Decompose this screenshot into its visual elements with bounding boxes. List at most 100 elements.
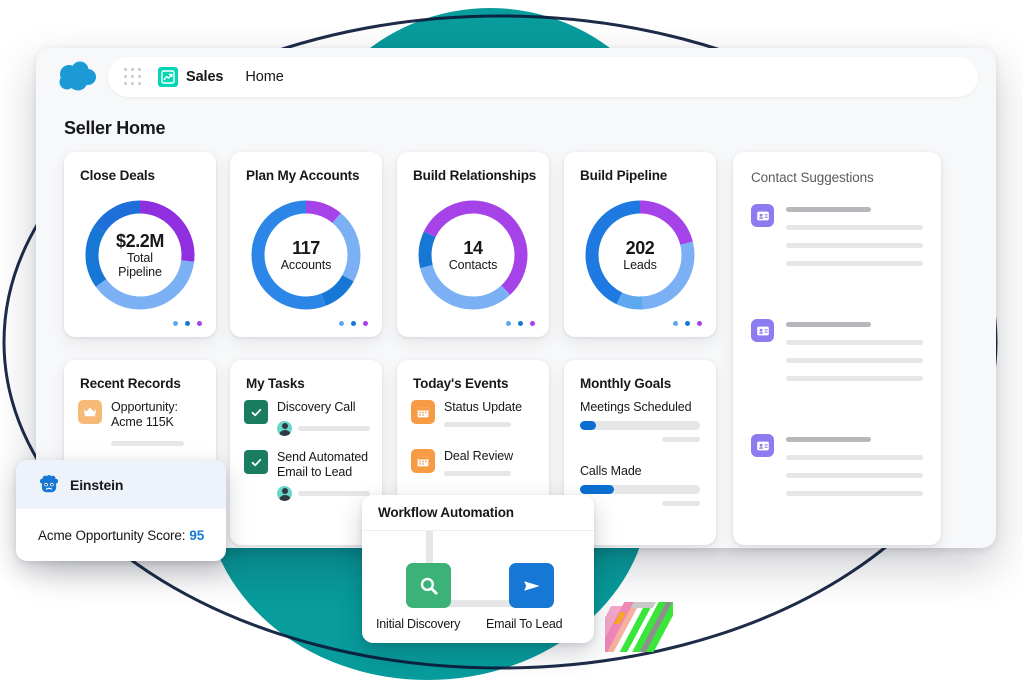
donut-value: $2.2M: [116, 231, 164, 251]
carousel-dots[interactable]: [673, 321, 702, 326]
donut-chart: 202 Leads: [581, 196, 699, 314]
placeholder-bar: [786, 225, 923, 230]
goal-label: Meetings Scheduled: [580, 400, 700, 414]
goal-item: Calls Made: [580, 464, 700, 506]
workflow-node-email-to-lead[interactable]: [509, 563, 554, 608]
workflow-node-caption: Initial Discovery: [376, 617, 460, 631]
donut-center-label: $2.2M Total Pipeline: [81, 196, 199, 314]
kpi-card-build-relationships[interactable]: Build Relationships 14 Contacts: [397, 152, 549, 337]
donut-value: 117: [292, 238, 320, 258]
task-label: Send Automated Email to Lead: [277, 450, 370, 480]
list-item[interactable]: [751, 204, 923, 266]
carousel-dots[interactable]: [506, 321, 535, 326]
carousel-dot[interactable]: [518, 321, 523, 326]
page-title: Seller Home: [64, 118, 165, 139]
kpi-card-build-pipeline[interactable]: Build Pipeline 202 Leads: [564, 152, 716, 337]
list-item[interactable]: [751, 434, 923, 496]
avatar: [277, 486, 292, 501]
placeholder-bar: [111, 441, 184, 446]
donut-chart: 14 Contacts: [414, 196, 532, 314]
carousel-dots[interactable]: [339, 321, 368, 326]
workflow-header: Workflow Automation: [362, 495, 594, 531]
list-item[interactable]: Send Automated Email to Lead: [244, 450, 370, 501]
placeholder-bar: [786, 437, 871, 442]
card-title: My Tasks: [246, 376, 305, 391]
carousel-dot[interactable]: [673, 321, 678, 326]
list-item[interactable]: Deal Review: [411, 449, 537, 476]
progress-fill: [580, 485, 614, 494]
list-item[interactable]: Status Update: [411, 400, 537, 427]
card-title: Build Pipeline: [580, 168, 667, 183]
card-title: Close Deals: [80, 168, 155, 183]
checkbox-checked-icon[interactable]: [244, 450, 268, 474]
nav-item-home[interactable]: Home: [245, 69, 283, 85]
placeholder-bar: [786, 340, 923, 345]
workflow-node-caption: Email To Lead: [486, 617, 562, 631]
placeholder-bar: [444, 471, 511, 476]
placeholder-bar: [786, 376, 923, 381]
list-item[interactable]: [751, 319, 923, 381]
donut-center-label: 14 Contacts: [414, 196, 532, 314]
carousel-dot[interactable]: [697, 321, 702, 326]
contact-suggestions-panel[interactable]: Contact Suggestions: [733, 152, 941, 545]
carousel-dot[interactable]: [185, 321, 190, 326]
workflow-node-initial-discovery[interactable]: [406, 563, 451, 608]
event-label: Status Update: [444, 400, 537, 415]
placeholder-bar: [786, 261, 923, 266]
send-paper-plane-icon: [520, 574, 544, 598]
donut-label-line1: Total: [127, 251, 153, 265]
carousel-dot[interactable]: [339, 321, 344, 326]
carousel-dot[interactable]: [197, 321, 202, 326]
global-nav-bar: Sales Home: [108, 57, 978, 97]
app-name-label[interactable]: Sales: [186, 69, 223, 85]
carousel-dots[interactable]: [173, 321, 202, 326]
sales-chart-icon: [158, 67, 178, 87]
list-item[interactable]: Opportunity: Acme 115K: [78, 400, 204, 446]
carousel-dot[interactable]: [685, 321, 690, 326]
app-launcher-grid-icon[interactable]: [124, 68, 142, 86]
goal-item: Meetings Scheduled: [580, 400, 700, 442]
carousel-dot[interactable]: [173, 321, 178, 326]
carousel-dot[interactable]: [530, 321, 535, 326]
checkbox-checked-icon[interactable]: [244, 400, 268, 424]
calendar-icon: [411, 400, 435, 424]
panel-title: Contact Suggestions: [751, 170, 874, 185]
einstein-score-label: Acme Opportunity Score:: [38, 528, 185, 543]
contact-card-icon: [751, 319, 774, 342]
app-header: Sales Home: [36, 48, 996, 106]
placeholder-bar: [786, 243, 923, 248]
card-title: Today's Events: [413, 376, 508, 391]
record-line-2: Acme 115K: [111, 415, 204, 430]
salesforce-cloud-icon[interactable]: [54, 60, 100, 94]
workflow-automation-card[interactable]: Workflow Automation Initial Discovery Em…: [362, 495, 594, 643]
task-assignee: [277, 421, 370, 436]
magnifier-icon: [417, 574, 441, 598]
record-line-1: Opportunity:: [111, 400, 204, 415]
carousel-dot[interactable]: [351, 321, 356, 326]
einstein-card[interactable]: Einstein Acme Opportunity Score: 95: [16, 460, 226, 561]
donut-label-line2: Pipeline: [118, 265, 162, 279]
placeholder-bar: [786, 207, 871, 212]
donut-center-label: 202 Leads: [581, 196, 699, 314]
carousel-dot[interactable]: [363, 321, 368, 326]
decorative-glitch-artifact: [605, 602, 673, 652]
kpi-card-plan-my-accounts[interactable]: Plan My Accounts 117 Accounts: [230, 152, 382, 337]
task-text: Discovery Call: [277, 400, 370, 436]
list-item[interactable]: Discovery Call: [244, 400, 370, 436]
placeholder-bar: [298, 491, 370, 496]
workflow-connector-vertical: [426, 531, 433, 563]
progress-bar: [580, 421, 700, 430]
donut-chart: 117 Accounts: [247, 196, 365, 314]
kpi-card-close-deals[interactable]: Close Deals $2.2M Total Pipeline: [64, 152, 216, 337]
carousel-dot[interactable]: [506, 321, 511, 326]
goal-label: Calls Made: [580, 464, 700, 478]
workflow-canvas: Initial Discovery Email To Lead: [362, 531, 594, 643]
my-tasks-card[interactable]: My Tasks Discovery Call: [230, 360, 382, 545]
progress-bar: [580, 485, 700, 494]
donut-value: 202: [626, 238, 655, 258]
donut-value: 14: [463, 238, 482, 258]
donut-label-line1: Contacts: [449, 258, 498, 272]
placeholder-bar: [786, 322, 871, 327]
donut-center-label: 117 Accounts: [247, 196, 365, 314]
card-title: Plan My Accounts: [246, 168, 359, 183]
